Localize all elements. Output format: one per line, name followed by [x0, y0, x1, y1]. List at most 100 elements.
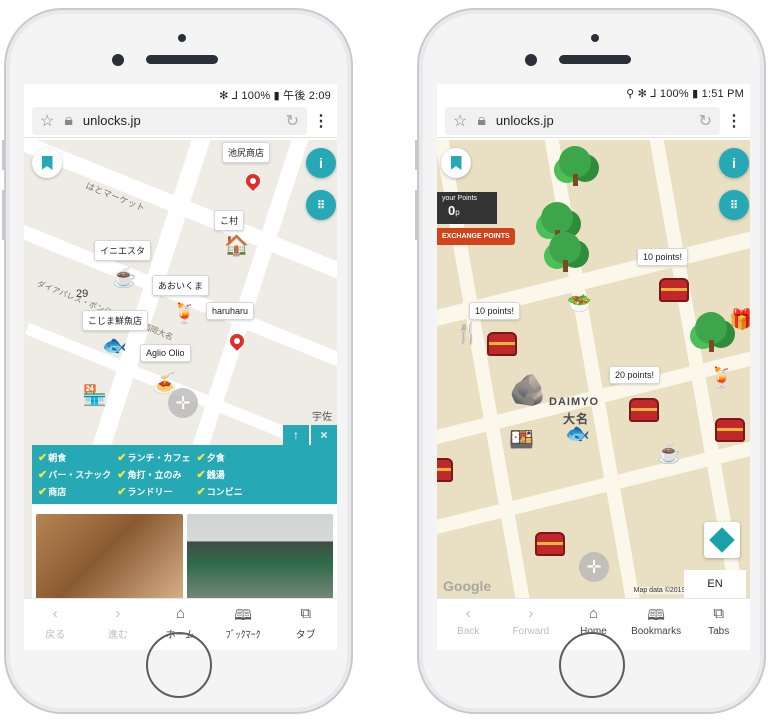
- filter-checkbox[interactable]: ✔ランドリー: [117, 485, 190, 498]
- reload-icon[interactable]: ↻: [286, 111, 299, 131]
- food-bowl-icon[interactable]: 🥗: [567, 294, 592, 314]
- filter-label: ランチ・カフェ: [127, 453, 191, 463]
- map-place-tooltip[interactable]: あおいくま: [152, 275, 210, 296]
- language-button[interactable]: EN: [684, 570, 746, 598]
- address-box[interactable]: ☆ 🔒︎ unlocks.jp ↻: [445, 106, 720, 135]
- map-view[interactable]: はとマーケット ダイアパレス・ポンテ シャンス福岡大名 29 宇佐 i ⠿ 池尻…: [24, 140, 337, 598]
- browser-url-bar: ☆ 🔒︎ unlocks.jp ↻ ⋮: [24, 104, 337, 138]
- nav-bookmarks[interactable]: 🕮 Bookmarks: [625, 599, 688, 650]
- reload-icon[interactable]: ↻: [699, 111, 712, 131]
- info-button[interactable]: i: [719, 148, 749, 178]
- overflow-menu-icon[interactable]: ⋮: [313, 111, 329, 131]
- place-photo[interactable]: [186, 514, 333, 598]
- coffee-icon[interactable]: ☕: [657, 444, 682, 464]
- filter-label: 夕食: [206, 453, 225, 463]
- shop-icon[interactable]: 🏪: [82, 386, 107, 406]
- url-text[interactable]: unlocks.jp: [496, 113, 689, 128]
- filter-checkbox[interactable]: ✔銭湯: [196, 468, 242, 481]
- food-plate-icon[interactable]: 🍱: [509, 430, 534, 450]
- tree-icon: [559, 146, 591, 186]
- map-place-tooltip[interactable]: こ村: [214, 210, 245, 231]
- tree-icon: [549, 232, 581, 272]
- filter-checkbox[interactable]: ✔商店: [38, 485, 111, 498]
- map-place-tooltip[interactable]: こじま鮮魚店: [82, 310, 149, 331]
- home-button[interactable]: [146, 632, 212, 698]
- map-place-tooltip[interactable]: イニエスタ: [94, 240, 152, 261]
- fish-icon[interactable]: 🐟: [102, 336, 127, 356]
- home-icon: ⌂: [588, 605, 599, 622]
- panel-close-button[interactable]: ×: [311, 425, 337, 445]
- star-icon[interactable]: ☆: [40, 111, 54, 131]
- grid-menu-button[interactable]: ⠿: [719, 190, 749, 220]
- status-bar: ✻ ⅃ 100% ▮ 午後 2:09: [219, 90, 331, 102]
- nav-label: Tabs: [708, 626, 730, 637]
- drinks-icon[interactable]: 🍹: [709, 368, 734, 388]
- filter-checkbox[interactable]: ✔ランチ・カフェ: [117, 451, 190, 464]
- bookmark-button[interactable]: [441, 148, 471, 178]
- filter-label: 角打・立のみ: [127, 470, 182, 480]
- bookmark-icon: [450, 156, 462, 170]
- treasure-chest-icon[interactable]: [487, 332, 517, 356]
- nav-bookmarks[interactable]: 🕮 ﾌﾞｯｸﾏｰｸ: [212, 599, 275, 650]
- star-icon[interactable]: ☆: [453, 111, 467, 131]
- restaurant-pin-icon[interactable]: 🍴: [455, 324, 480, 344]
- exchange-points-button[interactable]: EXCHANGE POINTS: [437, 228, 515, 245]
- phone-left: ✻ ⅃ 100% ▮ 午後 2:09 ☆ 🔒︎ unlocks.jp ↻ ⋮ は…: [2, 8, 353, 714]
- nav-back[interactable]: ‹ 戻る: [24, 599, 87, 650]
- browser-url-bar: ☆ 🔒︎ unlocks.jp ↻ ⋮: [437, 104, 750, 138]
- bookmark-icon: [41, 156, 53, 170]
- nav-tabs[interactable]: ⧉ タブ: [274, 599, 337, 650]
- location-pin-icon[interactable]: [243, 171, 263, 191]
- speaker-grille: [559, 55, 631, 64]
- locate-me-button[interactable]: ✛: [579, 552, 609, 582]
- map-label: 宇佐: [312, 412, 332, 423]
- url-text[interactable]: unlocks.jp: [83, 113, 276, 128]
- nav-forward[interactable]: › Forward: [500, 599, 563, 650]
- treasure-chest-icon[interactable]: [629, 398, 659, 422]
- treasure-chest-icon[interactable]: [659, 278, 689, 302]
- treasure-chest-icon[interactable]: [715, 418, 745, 442]
- gift-icon[interactable]: 🎁: [729, 310, 750, 330]
- bookmark-button[interactable]: [32, 148, 62, 178]
- map-place-tooltip[interactable]: haruharu: [206, 302, 255, 320]
- map-road: [437, 436, 750, 538]
- treasure-chest-icon[interactable]: [535, 532, 565, 556]
- filter-checkbox[interactable]: ✔コンビニ: [196, 485, 242, 498]
- overflow-menu-icon[interactable]: ⋮: [726, 111, 742, 131]
- info-button[interactable]: i: [306, 148, 336, 178]
- map-view[interactable]: i ⠿ your Points 0p EXCHANGE POINTS 10 po…: [437, 140, 750, 598]
- forward-icon: ›: [528, 605, 534, 622]
- filter-label: バー・スナック: [48, 470, 112, 480]
- filter-checkbox[interactable]: ✔角打・立のみ: [117, 468, 190, 481]
- points-tooltip[interactable]: 10 points!: [637, 248, 689, 266]
- points-label: your Points: [442, 195, 478, 202]
- coffee-icon[interactable]: ☕: [112, 268, 137, 288]
- grid-menu-button[interactable]: ⠿: [306, 190, 336, 220]
- check-icon: ✔: [196, 486, 206, 498]
- map-place-tooltip[interactable]: 池尻商店: [222, 142, 271, 163]
- panel-expand-button[interactable]: ↑: [283, 425, 309, 445]
- google-logo: Google: [443, 578, 492, 594]
- drinks-icon[interactable]: 🍹: [172, 304, 197, 324]
- filter-checkbox[interactable]: ✔夕食: [196, 451, 242, 464]
- nav-forward[interactable]: › 進む: [87, 599, 150, 650]
- filter-checkbox[interactable]: ✔バー・スナック: [38, 468, 111, 481]
- layer-toggle-button[interactable]: [704, 522, 740, 558]
- place-photo[interactable]: [36, 514, 183, 598]
- fish-icon[interactable]: 🐟: [565, 424, 590, 444]
- nav-back[interactable]: ‹ Back: [437, 599, 500, 650]
- tabs-icon: ⧉: [300, 605, 312, 622]
- filter-label: 商店: [48, 487, 67, 497]
- points-tooltip[interactable]: 20 points!: [609, 366, 661, 384]
- filter-checkbox[interactable]: ✔朝食: [38, 451, 111, 464]
- home-button[interactable]: [559, 632, 625, 698]
- map-place-tooltip[interactable]: Aglio Olio: [140, 344, 191, 362]
- points-tooltip[interactable]: 10 points!: [469, 302, 521, 320]
- nav-tabs[interactable]: ⧉ Tabs: [687, 599, 750, 650]
- treasure-chest-icon[interactable]: [437, 458, 453, 482]
- house-icon[interactable]: 🏠: [224, 236, 249, 256]
- locate-me-button[interactable]: ✛: [168, 388, 198, 418]
- layers-icon: [709, 527, 735, 553]
- book-icon: 🕮: [647, 607, 665, 624]
- address-box[interactable]: ☆ 🔒︎ unlocks.jp ↻: [32, 106, 307, 135]
